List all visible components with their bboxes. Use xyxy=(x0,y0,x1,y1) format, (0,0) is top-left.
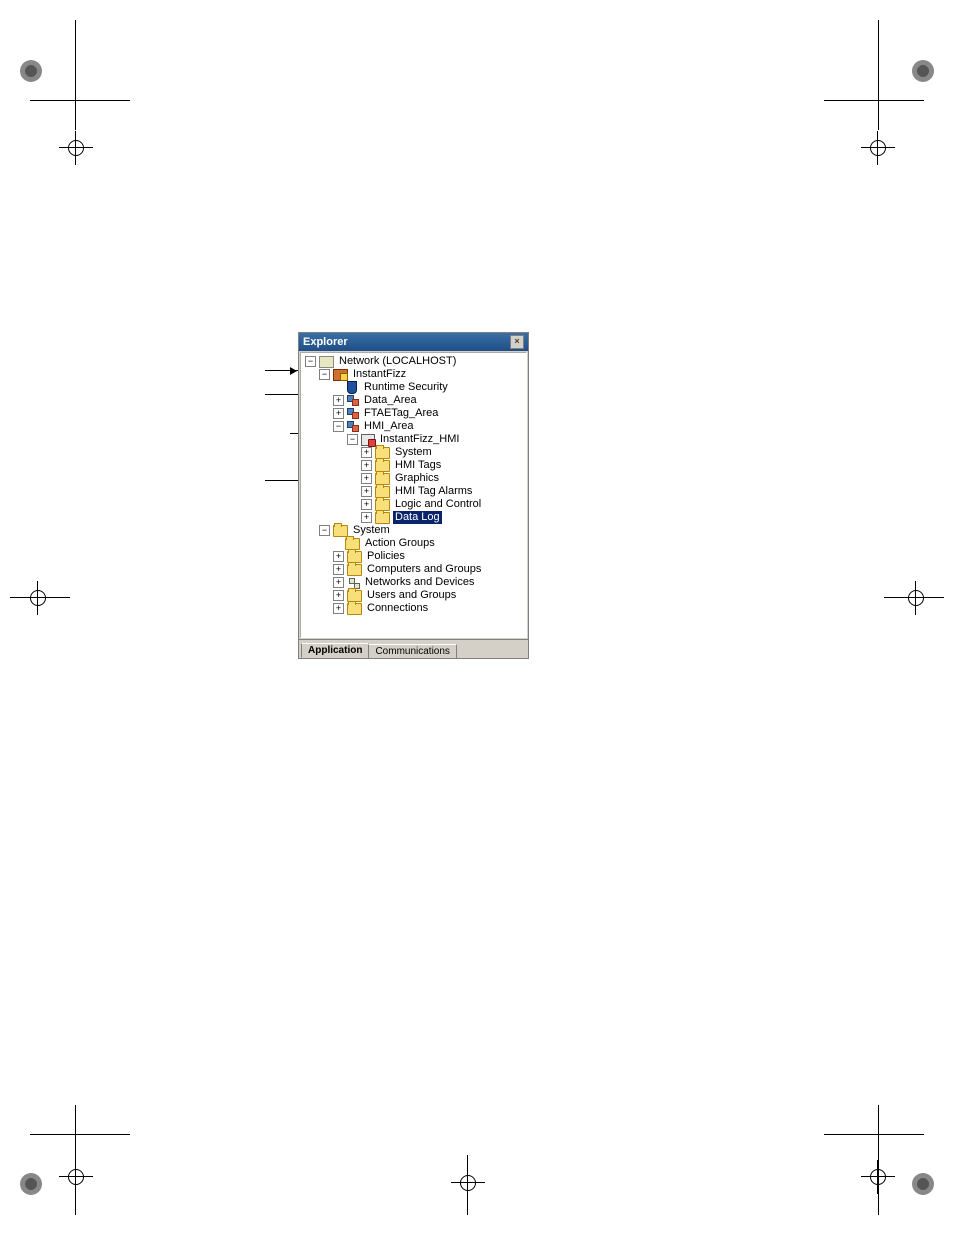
expand-icon[interactable]: + xyxy=(333,551,344,562)
collapse-icon[interactable]: − xyxy=(319,525,330,536)
node-label: InstantFizz xyxy=(351,368,408,381)
expand-icon[interactable]: + xyxy=(333,577,344,588)
folder-icon xyxy=(375,512,390,524)
expand-icon[interactable]: + xyxy=(333,590,344,601)
expand-icon[interactable]: + xyxy=(361,460,372,471)
expand-icon[interactable]: + xyxy=(333,603,344,614)
tree-view[interactable]: − Network (LOCALHOST) − InstantFizz Runt… xyxy=(300,352,527,638)
tree-node-hmi-tags[interactable]: + HMI Tags xyxy=(301,459,526,472)
node-label: System xyxy=(351,524,392,537)
tree-node-users-groups[interactable]: + Users and Groups xyxy=(301,589,526,602)
collapse-icon[interactable]: − xyxy=(319,369,330,380)
node-label: Data_Area xyxy=(362,394,419,407)
area-icon xyxy=(347,421,359,432)
tree-node-action-groups[interactable]: Action Groups xyxy=(301,537,526,550)
tree-node-networks-devices[interactable]: + Networks and Devices xyxy=(301,576,526,589)
explorer-panel: Explorer × − Network (LOCALHOST) − Insta… xyxy=(298,332,529,659)
tree-node-computers-groups[interactable]: + Computers and Groups xyxy=(301,563,526,576)
tree-node-system-folder[interactable]: + System xyxy=(301,446,526,459)
node-label: Networks and Devices xyxy=(363,576,476,589)
expand-icon[interactable]: + xyxy=(361,473,372,484)
expand-icon[interactable]: + xyxy=(361,486,372,497)
hmi-server-icon xyxy=(361,434,375,446)
tree-node-instantfizz[interactable]: − InstantFizz xyxy=(301,368,526,381)
tree-node-graphics[interactable]: + Graphics xyxy=(301,472,526,485)
expand-icon[interactable]: + xyxy=(361,447,372,458)
tree-node-logic-control[interactable]: + Logic and Control xyxy=(301,498,526,511)
tree-node-hmi-server[interactable]: − InstantFizz_HMI xyxy=(301,433,526,446)
tree-node-hmi-area[interactable]: − HMI_Area xyxy=(301,420,526,433)
tree-node-ftae-area[interactable]: + FTAETag_Area xyxy=(301,407,526,420)
network-icon xyxy=(319,356,334,368)
expand-icon[interactable]: + xyxy=(333,564,344,575)
area-icon xyxy=(347,395,359,406)
node-label-selected: Data Log xyxy=(393,511,442,524)
folder-icon xyxy=(347,603,362,615)
node-label: HMI_Area xyxy=(362,420,416,433)
security-icon xyxy=(347,381,357,394)
node-label: System xyxy=(393,446,434,459)
node-label: Logic and Control xyxy=(393,498,483,511)
expand-icon[interactable]: + xyxy=(361,499,372,510)
collapse-icon[interactable]: − xyxy=(333,421,344,432)
tree-node-data-area[interactable]: + Data_Area xyxy=(301,394,526,407)
collapse-icon[interactable]: − xyxy=(347,434,358,445)
node-label: Network (LOCALHOST) xyxy=(337,355,458,368)
tab-application[interactable]: Application xyxy=(301,643,369,658)
node-label: Users and Groups xyxy=(365,589,458,602)
tree-node-policies[interactable]: + Policies xyxy=(301,550,526,563)
folder-icon xyxy=(347,564,362,576)
tree-node-connections[interactable]: + Connections xyxy=(301,602,526,615)
expand-icon[interactable]: + xyxy=(361,512,372,523)
tree-node-runtime-security[interactable]: Runtime Security xyxy=(301,381,526,394)
tree-node-hmi-tag-alarms[interactable]: + HMI Tag Alarms xyxy=(301,485,526,498)
close-button[interactable]: × xyxy=(510,335,524,349)
node-label: InstantFizz_HMI xyxy=(378,433,461,446)
callout-arrow-app xyxy=(265,370,300,371)
node-label: Action Groups xyxy=(363,537,437,550)
node-label: Policies xyxy=(365,550,407,563)
node-label: HMI Tags xyxy=(393,459,443,472)
tab-communications[interactable]: Communications xyxy=(368,644,456,659)
tree-node-network[interactable]: − Network (LOCALHOST) xyxy=(301,355,526,368)
node-label: Graphics xyxy=(393,472,441,485)
tree-node-system[interactable]: − System xyxy=(301,524,526,537)
expand-icon[interactable]: + xyxy=(333,395,344,406)
expand-icon[interactable]: + xyxy=(333,408,344,419)
area-icon xyxy=(347,408,359,419)
application-icon xyxy=(333,369,348,381)
node-label: HMI Tag Alarms xyxy=(393,485,474,498)
explorer-titlebar: Explorer × xyxy=(299,333,528,351)
network-devices-icon xyxy=(347,578,360,588)
node-label: Connections xyxy=(365,602,430,615)
collapse-icon[interactable]: − xyxy=(305,356,316,367)
node-label: Runtime Security xyxy=(362,381,450,394)
tab-strip: Application Communications xyxy=(299,639,528,658)
node-label: FTAETag_Area xyxy=(362,407,440,420)
explorer-title: Explorer xyxy=(303,336,348,348)
node-label: Computers and Groups xyxy=(365,563,483,576)
